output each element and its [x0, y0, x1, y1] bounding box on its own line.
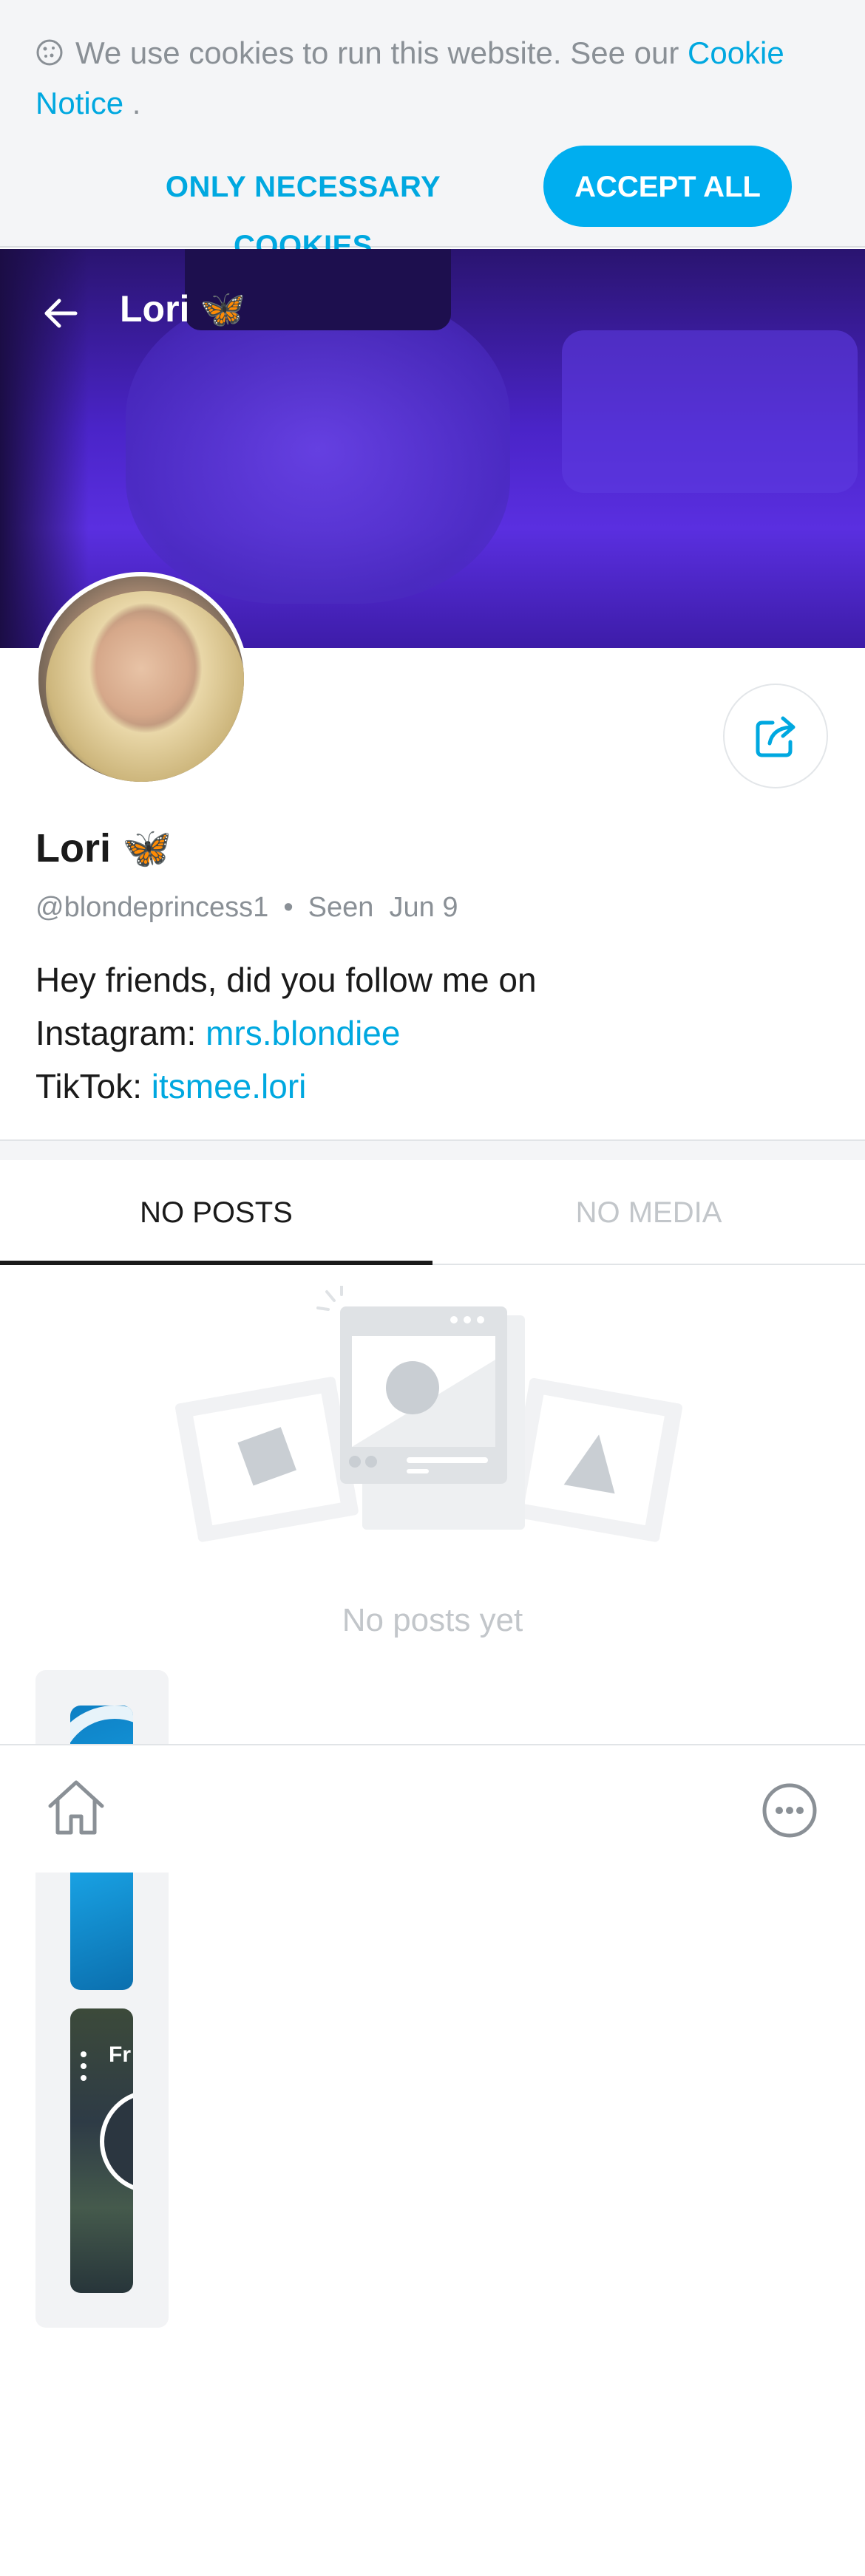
bio-instagram-prefix: Instagram: — [35, 1014, 206, 1052]
empty-posts-illustration — [174, 1286, 683, 1542]
accept-all-button[interactable]: ACCEPT ALL — [543, 146, 792, 227]
more-dots-icon[interactable] — [81, 2051, 86, 2087]
seen-label: Seen — [308, 892, 374, 923]
back-button[interactable] — [35, 287, 87, 339]
tab-posts[interactable]: NO POSTS — [0, 1160, 432, 1265]
avatar[interactable] — [34, 572, 248, 786]
profile-handle: @blondeprincess1 — [35, 892, 269, 923]
active-tab-indicator — [0, 1261, 432, 1265]
bottom-nav — [0, 1744, 865, 1873]
bio-tiktok-prefix: TikTok: — [35, 1067, 152, 1105]
profile-handle-line: @blondeprincess1 • Seen Jun 9 — [35, 887, 458, 928]
share-icon — [756, 716, 796, 757]
more-button[interactable] — [761, 1782, 818, 1842]
section-gap — [0, 1141, 865, 1160]
profile-bio: Hey friends, did you follow me on Instag… — [35, 953, 537, 1113]
separator-dot: • — [283, 892, 294, 923]
cookie-message: We use cookies to run this website. See … — [75, 35, 679, 70]
share-button[interactable] — [723, 684, 828, 788]
cookie-text: We use cookies to run this website. See … — [35, 30, 827, 127]
home-button[interactable] — [43, 1775, 109, 1845]
cookie-banner: We use cookies to run this website. See … — [0, 0, 865, 262]
only-necessary-cookies-button[interactable]: ONLY NECESSARY COOKIES — [96, 157, 510, 262]
cookie-icon — [35, 33, 64, 80]
instagram-link[interactable]: mrs.blondiee — [206, 1014, 400, 1052]
cookie-suffix: . — [123, 86, 141, 120]
suggestion-image[interactable]: Fr — [70, 2008, 133, 2293]
home-icon — [48, 1780, 104, 1835]
tab-media[interactable]: NO MEDIA — [432, 1160, 865, 1265]
more-icon — [762, 1783, 817, 1838]
suggestion-label: Fr — [109, 2042, 131, 2067]
arrow-left-icon — [44, 299, 78, 328]
tiktok-link[interactable]: itsmee.lori — [152, 1067, 307, 1105]
header-title: Lori 🦋 — [120, 288, 246, 330]
profile-name: Lori 🦋 — [35, 826, 172, 870]
seen-date: Jun 9 — [389, 892, 458, 923]
bio-line: Hey friends, did you follow me on — [35, 961, 537, 999]
empty-state-text: No posts yet — [342, 1602, 523, 1638]
